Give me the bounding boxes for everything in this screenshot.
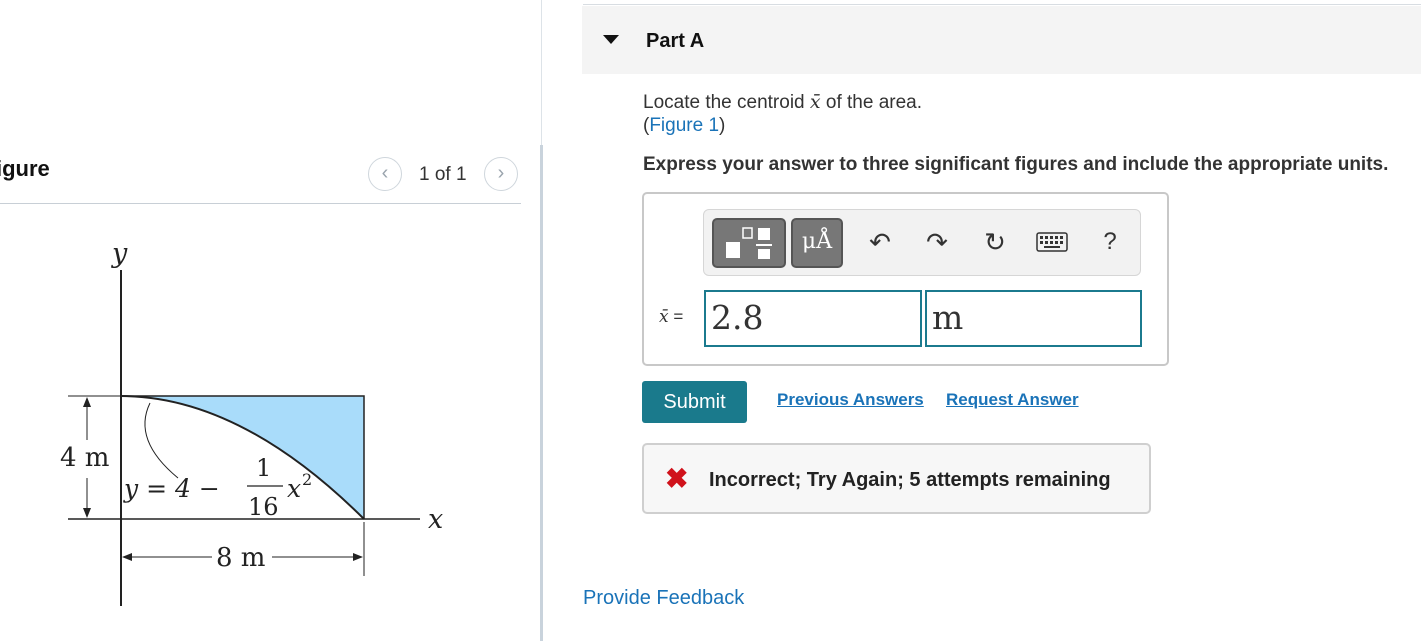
figure-header-divider xyxy=(0,203,521,204)
answer-variable-label: x̄ = xyxy=(659,307,683,327)
previous-answers-link[interactable]: Previous Answers xyxy=(777,390,924,410)
feedback-message: Incorrect; Try Again; 5 attempts remaini… xyxy=(709,469,1111,491)
help-button[interactable]: ? xyxy=(1092,224,1128,260)
figure-diagram: y x 4 m 8 m y = 4 − 1 16 x 2 xyxy=(60,238,443,606)
x-axis-label: x xyxy=(428,504,443,535)
math-toolbar: μÅ ↶ ↷ ↻ ? xyxy=(703,209,1141,276)
keyboard-icon[interactable] xyxy=(1034,224,1070,260)
figure-1-link[interactable]: Figure 1 xyxy=(649,115,719,136)
reset-icon[interactable]: ↻ xyxy=(977,224,1013,260)
feedback-box: ✖ Incorrect; Try Again; 5 attempts remai… xyxy=(642,443,1151,514)
units-input[interactable]: m xyxy=(925,290,1142,347)
figure-panel: igure ‹ 1 of 1 › y x 4 m 8 m y = 4 − 1 1… xyxy=(0,0,541,641)
question-text: Locate the centroid x̄ of the area. xyxy=(643,91,922,114)
incorrect-x-icon: ✖ xyxy=(665,463,689,494)
pager-next-button[interactable]: › xyxy=(484,157,518,191)
panel-divider[interactable] xyxy=(540,145,543,641)
templates-icon xyxy=(726,227,772,259)
figure-panel-title: igure xyxy=(0,156,50,181)
answer-instructions: Express your answer to three significant… xyxy=(643,154,1389,175)
provide-feedback-link[interactable]: Provide Feedback xyxy=(583,587,744,610)
height-dimension-label: 4 m xyxy=(60,443,109,473)
equation-lhs: y = 4 − xyxy=(123,474,220,503)
chevron-left-icon: ‹ xyxy=(381,162,389,184)
value-input[interactable]: 2.8 xyxy=(704,290,922,347)
caret-down-icon xyxy=(603,35,619,44)
request-answer-link[interactable]: Request Answer xyxy=(946,390,1079,410)
part-a-header[interactable]: Part A xyxy=(582,6,1421,74)
chevron-right-icon: › xyxy=(497,162,505,184)
equation-variable: x xyxy=(287,474,301,503)
equation-leader-line xyxy=(144,402,179,479)
question-text-before: Locate the centroid xyxy=(643,92,810,113)
top-rule xyxy=(583,4,1421,5)
pager-prev-button[interactable]: ‹ xyxy=(368,157,402,191)
equals-sign: = xyxy=(673,307,684,326)
width-dimension-label: 8 m xyxy=(216,543,265,573)
y-axis-label: y xyxy=(111,238,128,269)
centroid-variable: x̄ xyxy=(809,91,821,113)
undo-icon[interactable]: ↶ xyxy=(862,224,898,260)
templates-button[interactable] xyxy=(712,218,786,268)
fraction-denominator: 16 xyxy=(248,493,279,521)
question-text-after: of the area. xyxy=(820,92,923,113)
figure-link-paren-close: ) xyxy=(719,115,726,136)
units-button[interactable]: μÅ xyxy=(791,218,843,268)
fraction-numerator: 1 xyxy=(256,454,271,482)
part-title: Part A xyxy=(646,30,705,52)
submit-button[interactable]: Submit xyxy=(642,381,747,423)
pager-count: 1 of 1 xyxy=(419,164,467,185)
panel-divider-top xyxy=(541,0,542,145)
answer-variable: x̄ xyxy=(659,307,669,327)
figure-link-line: (Figure 1) xyxy=(643,115,725,137)
equation-exponent: 2 xyxy=(302,470,312,489)
redo-icon[interactable]: ↷ xyxy=(919,224,955,260)
